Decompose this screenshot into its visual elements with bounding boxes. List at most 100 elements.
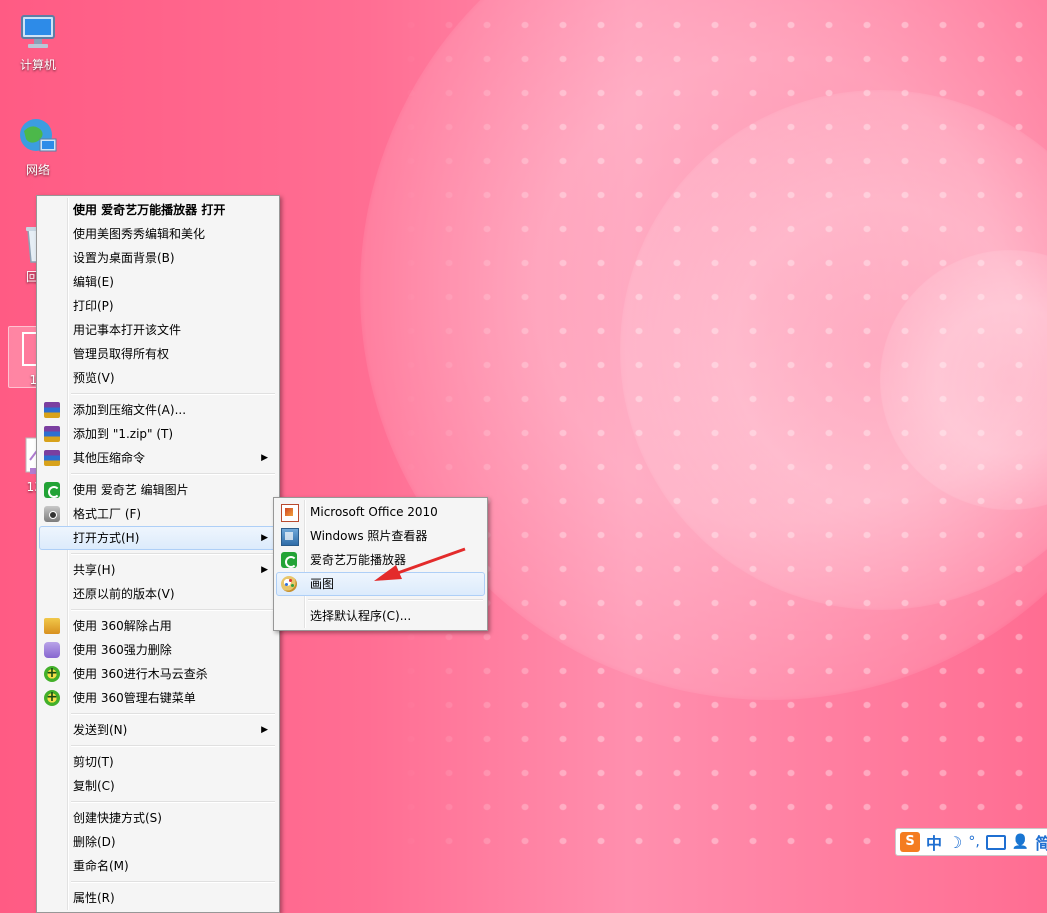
menu-item-label: 添加到压缩文件(A)... — [73, 403, 187, 417]
winrar-icon — [44, 450, 60, 466]
menu-other-compress[interactable]: 其他压缩命令 ▶ — [39, 446, 277, 470]
annotation-arrow-icon — [374, 547, 466, 581]
menu-item-label: 使用美图秀秀编辑和美化 — [73, 227, 206, 241]
menu-item-label: 添加到 "1.zip" (T) — [73, 427, 174, 441]
ime-mode-toggle[interactable]: 中 — [926, 830, 942, 854]
menu-delete[interactable]: 删除(D) — [39, 830, 277, 854]
submenu-arrow-icon: ▶ — [261, 533, 268, 543]
menu-separator — [308, 599, 483, 601]
menu-item-label: 使用 360强力删除 — [73, 643, 172, 657]
office-picture-manager-icon — [281, 504, 299, 522]
format-factory-icon — [44, 506, 60, 522]
360-unlock-icon — [44, 618, 60, 634]
menu-cut[interactable]: 剪切(T) — [39, 750, 277, 774]
menu-add-to-zip[interactable]: 添加到 "1.zip" (T) — [39, 422, 277, 446]
submenu-item-label: Windows 照片查看器 — [310, 529, 428, 543]
menu-item-label: 打印(P) — [73, 299, 114, 313]
photo-viewer-icon — [281, 528, 299, 546]
menu-360-trojan-scan[interactable]: 使用 360进行木马云查杀 — [39, 662, 277, 686]
menu-edit[interactable]: 编辑(E) — [39, 270, 277, 294]
sogou-logo-icon[interactable]: S — [900, 832, 920, 852]
menu-meitu-edit[interactable]: 使用美图秀秀编辑和美化 — [39, 222, 277, 246]
menu-360-force-delete[interactable]: 使用 360强力删除 — [39, 638, 277, 662]
menu-item-label: 使用 爱奇艺 编辑图片 — [73, 483, 189, 497]
winrar-icon — [44, 402, 60, 418]
iqiyi-icon — [44, 482, 60, 498]
user-icon[interactable]: 👤 — [1012, 834, 1029, 850]
submenu-arrow-icon: ▶ — [261, 453, 268, 463]
360-security-icon — [44, 686, 60, 708]
menu-separator — [71, 393, 275, 395]
menu-properties[interactable]: 属性(R) — [39, 886, 277, 910]
menu-share[interactable]: 共享(H) ▶ — [39, 558, 277, 582]
menu-format-factory[interactable]: 格式工厂 (F) — [39, 502, 277, 526]
menu-item-label: 属性(R) — [73, 891, 115, 905]
menu-item-label: 使用 360解除占用 — [73, 619, 172, 633]
menu-separator — [71, 553, 275, 555]
menu-separator — [71, 801, 275, 803]
menu-item-label: 预览(V) — [73, 371, 115, 385]
menu-item-label: 管理员取得所有权 — [73, 347, 170, 361]
menu-item-label: 重命名(M) — [73, 859, 129, 873]
submenu-arrow-icon: ▶ — [261, 565, 268, 575]
menu-separator — [71, 473, 275, 475]
menu-360-manage-context-menu[interactable]: 使用 360管理右键菜单 — [39, 686, 277, 710]
menu-separator — [71, 609, 275, 611]
desktop-icon-computer[interactable]: 计算机 — [8, 10, 68, 73]
menu-send-to[interactable]: 发送到(N) ▶ — [39, 718, 277, 742]
menu-open-with-iqiyi[interactable]: 使用 爱奇艺万能播放器 打开 — [39, 198, 277, 222]
menu-preview[interactable]: 预览(V) — [39, 366, 277, 390]
menu-item-label: 共享(H) — [73, 563, 116, 577]
submenu-microsoft-office[interactable]: Microsoft Office 2010 — [276, 500, 485, 524]
menu-item-label: 用记事本打开该文件 — [73, 323, 182, 337]
menu-open-with[interactable]: 打开方式(H) ▶ — [39, 526, 277, 550]
menu-item-label: 还原以前的版本(V) — [73, 587, 175, 601]
moon-icon[interactable]: ☽ — [948, 833, 962, 852]
menu-item-label: 编辑(E) — [73, 275, 114, 289]
menu-separator — [71, 745, 275, 747]
menu-item-label: 格式工厂 (F) — [73, 507, 142, 521]
menu-set-desktop-background[interactable]: 设置为桌面背景(B) — [39, 246, 277, 270]
submenu-arrow-icon: ▶ — [261, 725, 268, 735]
menu-item-label: 设置为桌面背景(B) — [73, 251, 175, 265]
menu-separator — [71, 881, 275, 883]
submenu-item-label: Microsoft Office 2010 — [310, 505, 438, 519]
menu-add-to-archive[interactable]: 添加到压缩文件(A)... — [39, 398, 277, 422]
menu-item-label: 删除(D) — [73, 835, 116, 849]
menu-item-label: 使用 360进行木马云查杀 — [73, 667, 208, 681]
menu-item-label: 创建快捷方式(S) — [73, 811, 162, 825]
menu-item-label: 使用 爱奇艺万能播放器 打开 — [73, 203, 226, 217]
winrar-icon — [44, 426, 60, 442]
menu-restore-previous-versions[interactable]: 还原以前的版本(V) — [39, 582, 277, 606]
iqiyi-icon — [281, 552, 297, 568]
menu-print[interactable]: 打印(P) — [39, 294, 277, 318]
menu-open-with-notepad[interactable]: 用记事本打开该文件 — [39, 318, 277, 342]
menu-item-label: 发送到(N) — [73, 723, 128, 737]
context-menu: 使用 爱奇艺万能播放器 打开 使用美图秀秀编辑和美化 设置为桌面背景(B) 编辑… — [36, 195, 280, 913]
desktop-icon-label: 计算机 — [19, 58, 56, 72]
menu-360-unlock[interactable]: 使用 360解除占用 — [39, 614, 277, 638]
computer-icon — [16, 10, 60, 54]
submenu-choose-default-program[interactable]: 选择默认程序(C)... — [276, 604, 485, 628]
menu-item-label: 其他压缩命令 — [73, 451, 146, 465]
menu-rename[interactable]: 重命名(M) — [39, 854, 277, 878]
ime-toolbar[interactable]: S 中 ☽ °, 👤 简 — [895, 828, 1047, 856]
menu-separator — [71, 713, 275, 715]
menu-item-label: 使用 360管理右键菜单 — [73, 691, 196, 705]
360-security-icon — [44, 662, 60, 684]
menu-copy[interactable]: 复制(C) — [39, 774, 277, 798]
menu-item-label: 复制(C) — [73, 779, 115, 793]
paint-palette-icon — [281, 576, 297, 592]
menu-create-shortcut[interactable]: 创建快捷方式(S) — [39, 806, 277, 830]
simplified-chinese-toggle[interactable]: 简 — [1035, 830, 1047, 854]
desktop-icon-label: 网络 — [25, 163, 50, 177]
submenu-item-label: 选择默认程序(C)... — [310, 609, 412, 623]
360-shredder-icon — [44, 642, 60, 658]
menu-iqiyi-edit-image[interactable]: 使用 爱奇艺 编辑图片 — [39, 478, 277, 502]
menu-take-ownership[interactable]: 管理员取得所有权 — [39, 342, 277, 366]
network-globe-icon — [16, 115, 60, 159]
keyboard-icon[interactable] — [985, 834, 1006, 850]
submenu-item-label: 画图 — [310, 577, 335, 591]
punctuation-icon[interactable]: °, — [968, 834, 979, 850]
desktop-icon-network[interactable]: 网络 — [8, 115, 68, 178]
